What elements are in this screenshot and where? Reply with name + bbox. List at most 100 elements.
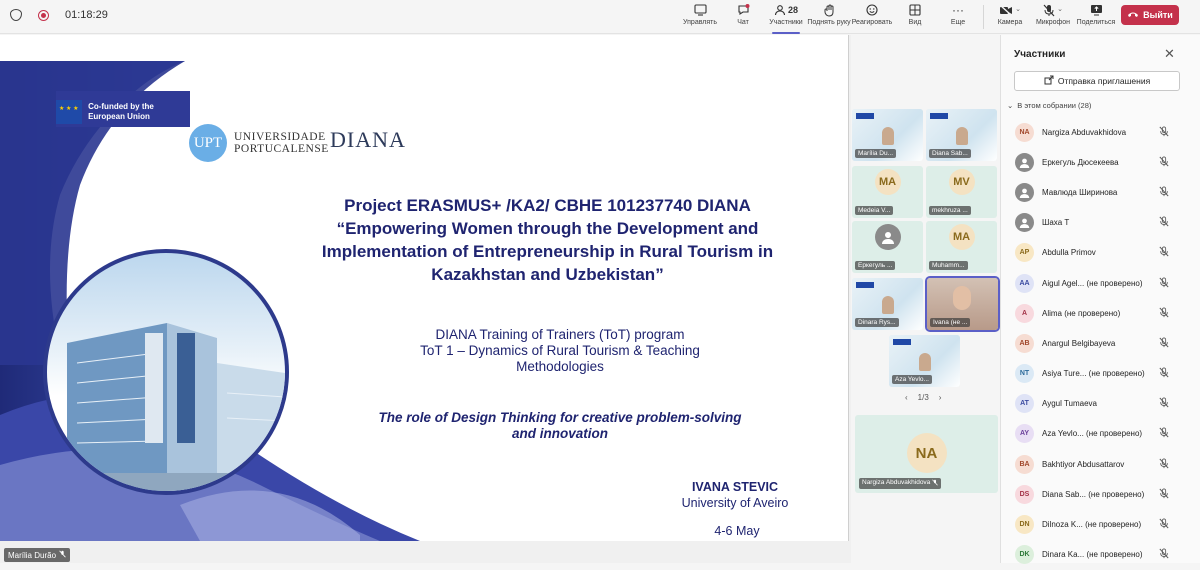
participant-name: Diana Sab... (не проверено) (1042, 489, 1145, 499)
participant-name: Aza Yevlo... (не проверено) (1042, 429, 1143, 439)
close-icon[interactable]: ✕ (1164, 46, 1175, 62)
mic-off-icon (59, 550, 66, 560)
participant-row[interactable]: DK Dinara Ka... (не проверено) (1001, 540, 1200, 570)
person-icon (1019, 188, 1030, 198)
participant-name: Asiya Ture... (не проверено) (1042, 369, 1145, 379)
view-icon (909, 2, 921, 18)
participant-row[interactable]: A Alima (не проверено) (1001, 298, 1200, 328)
avatar: NA (906, 433, 947, 473)
avatar: DN (1015, 515, 1034, 535)
avatar: NA (1015, 122, 1034, 142)
view-button[interactable]: Вид (895, 2, 935, 32)
participant-name: Dinara Ka... (не проверено) (1042, 550, 1143, 560)
gallery-pager: ‹ 1/3 › (905, 393, 942, 402)
meeting-toolbar: 01:18:29 Управлять Чат 28 Участники Подн… (0, 0, 1200, 34)
participant-row[interactable]: AA Aigul Agel... (не проверено) (1001, 268, 1200, 298)
shared-content-area: Co-funded by the European Union UPT UNIV… (0, 35, 851, 563)
avatar: AP (1015, 243, 1034, 263)
raise-hand-button[interactable]: Поднять руку (807, 2, 851, 32)
mic-off-icon (1159, 246, 1169, 259)
toolbar-left: 01:18:29 (10, 0, 108, 30)
chevron-down-icon[interactable]: ⌄ (1015, 2, 1021, 18)
participants-panel: Участники ✕ Отправка приглашения ⌄ В это… (1000, 35, 1200, 565)
person-icon (874, 224, 901, 250)
chat-button[interactable]: Чат (723, 2, 763, 32)
avatar: AA (1015, 273, 1034, 293)
video-tile[interactable]: Marília Du... (852, 109, 923, 161)
share-button[interactable]: Поделиться (1076, 2, 1116, 32)
participant-row[interactable]: BA Bakhtiyor Abdusattarov (1001, 449, 1200, 479)
call-timer: 01:18:29 (65, 9, 108, 21)
more-button[interactable]: ··· Еще (938, 2, 978, 32)
participant-row[interactable]: AT Aygul Tumaeva (1001, 389, 1200, 419)
participant-row[interactable]: AB Anargul Belgibayeva (1001, 328, 1200, 358)
slide-date: 4-6 May 2026 (714, 524, 760, 538)
participant-row[interactable]: Мавлюда Ширинова (1001, 177, 1200, 207)
leave-button[interactable]: Выйти (1121, 5, 1179, 25)
participant-list: NA Nargiza Abduvakhidova Еркегуль Дюсекеев… (1001, 117, 1200, 570)
section-header-in-meeting[interactable]: ⌄ В этом собрании (28) (1007, 101, 1091, 110)
mic-off-icon (1159, 458, 1169, 471)
chat-icon (737, 2, 750, 18)
toolbar-divider (983, 5, 984, 29)
video-tile[interactable]: Ivana (не ... (925, 276, 1000, 332)
shared-slide: Co-funded by the European Union UPT UNIV… (0, 35, 849, 541)
participant-name: Еркегуль Дюсекеева (1042, 157, 1119, 167)
participant-row[interactable]: Шаха Т (1001, 208, 1200, 238)
participant-row[interactable]: NT Asiya Ture... (не проверено) (1001, 359, 1200, 389)
more-icon: ··· (952, 3, 964, 17)
slide-subtitle: DIANA Training of Trainers (ToT) program… (420, 327, 700, 374)
mic-off-icon (1159, 307, 1169, 320)
video-tile[interactable]: MA Muhamm... (926, 221, 997, 273)
participant-name: Мавлюда Ширинова (1042, 187, 1118, 197)
presenter-name-tag: Marília Durão (4, 548, 71, 562)
participant-row[interactable]: AP Abdulla Primov (1001, 238, 1200, 268)
slide-author: IVANA STEVIC University of Aveiro (681, 480, 789, 510)
person-icon (1019, 218, 1030, 229)
manage-icon (693, 2, 707, 18)
participant-name: Anargul Belgibayeva (1042, 338, 1116, 348)
panel-title: Участники (1014, 49, 1066, 60)
video-tile[interactable]: Еркегуль ... (852, 221, 923, 273)
participant-row[interactable]: AY Aza Yevlo... (не проверено) (1001, 419, 1200, 449)
mic-off-icon (932, 479, 939, 488)
avatar: DS (1015, 484, 1034, 504)
send-invite-button[interactable]: Отправка приглашения (1014, 71, 1180, 91)
avatar (1015, 213, 1034, 233)
video-tile[interactable]: MA Medeia V... (852, 166, 923, 218)
participant-name: Abdulla Primov (1042, 248, 1096, 258)
mic-off-icon (1159, 186, 1169, 199)
video-tile[interactable]: MV mekhruza ... (926, 166, 997, 218)
participant-row[interactable]: NA Nargiza Abduvakhidova (1001, 117, 1200, 147)
participant-row[interactable]: DS Diana Sab... (не проверено) (1001, 479, 1200, 509)
mic-off-icon (1159, 126, 1169, 139)
video-tile[interactable]: Dinara Rys... (852, 278, 923, 330)
eu-cofunded-logo: Co-funded by the European Union (56, 97, 182, 127)
participant-row[interactable]: Еркегуль Дюсекеева (1001, 147, 1200, 177)
chevron-right-icon[interactable]: › (939, 393, 942, 402)
participant-row[interactable]: DN Dilnoza K... (не проверено) (1001, 509, 1200, 539)
mic-off-icon (1159, 397, 1169, 410)
shield-icon (10, 9, 22, 21)
mic-off-icon (1043, 4, 1055, 16)
slide-title: Project ERASMUS+ /KA2/ CBHE 101237740 DI… (321, 196, 774, 284)
chevron-down-icon: ⌄ (1007, 101, 1014, 110)
upt-logo: UPT (189, 124, 227, 162)
chevron-down-icon[interactable]: ⌄ (1057, 2, 1063, 18)
mic-off-icon (1159, 156, 1169, 169)
microphone-button[interactable]: ⌄ Микрофон (1033, 2, 1073, 32)
video-tile[interactable]: Diana Sab... (926, 109, 997, 161)
avatar: AB (1015, 333, 1034, 353)
participants-button[interactable]: 28 Участники (766, 2, 806, 34)
chevron-left-icon[interactable]: ‹ (905, 393, 908, 402)
featured-video-tile[interactable]: NA Nargiza Abduvakhidova (855, 415, 998, 493)
react-button[interactable]: Реагировать (852, 2, 892, 32)
manage-button[interactable]: Управлять (680, 2, 720, 32)
person-icon (1019, 158, 1030, 168)
mic-off-icon (1159, 548, 1169, 561)
diana-logo: DIANA (330, 127, 406, 152)
mic-off-icon (1159, 367, 1169, 380)
camera-button[interactable]: ⌄ Камера (990, 2, 1030, 32)
people-icon (774, 5, 786, 16)
video-tile[interactable]: Aza Yevlo... (889, 335, 960, 387)
